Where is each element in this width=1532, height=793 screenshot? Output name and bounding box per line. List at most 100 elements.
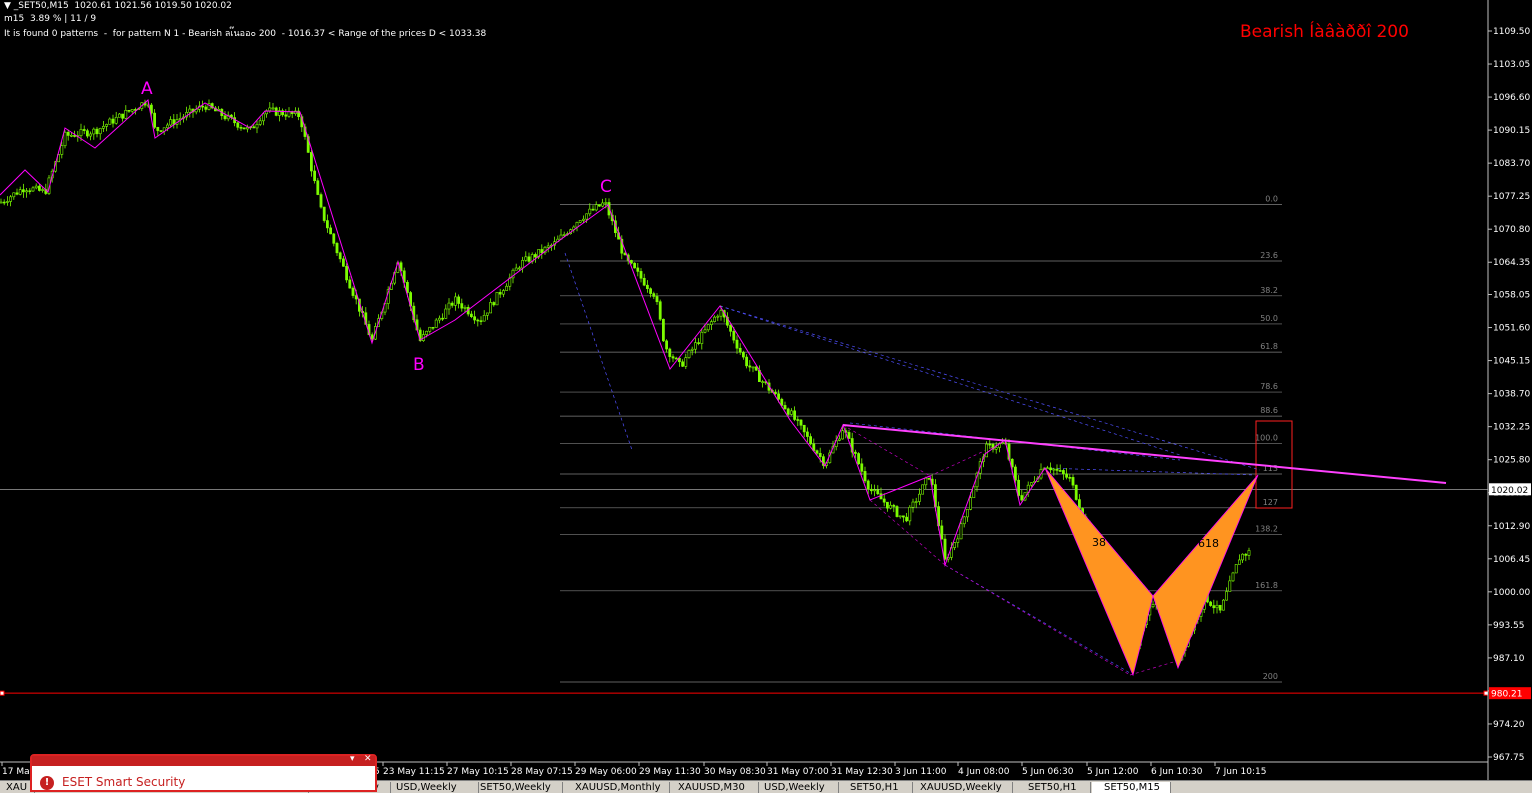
- candle-body-220: [703, 329, 707, 333]
- candle-body-3: [9, 196, 13, 202]
- tab-set50-h1[interactable]: SET50,H1: [838, 782, 913, 793]
- pattern-title: Bearish Íàâàððî 200: [1240, 20, 1409, 42]
- price-chart[interactable]: 0.023.638.250.061.878.688.6100.011312713…: [0, 0, 1532, 792]
- candle-body-378: [1209, 601, 1213, 606]
- candle-body-243: [777, 393, 781, 400]
- candle-body-381: [1218, 604, 1222, 611]
- eset-notification[interactable]: ▾ ✕ ! ESET Smart Security: [30, 754, 377, 792]
- fib-label-4: 61.8: [1260, 342, 1278, 351]
- candle-body-379: [1212, 605, 1216, 609]
- candle-body-234: [748, 365, 752, 368]
- candle-body-328: [1049, 467, 1053, 471]
- candle-body-35: [111, 118, 115, 124]
- candle-body-139: [444, 308, 448, 319]
- candle-body-319: [1020, 495, 1024, 501]
- price-tick-label-16: 1006.45: [1493, 555, 1530, 565]
- pattern-info: It is found 0 patterns - for pattern N 1…: [4, 29, 487, 39]
- candle-body-282: [901, 515, 905, 518]
- guide-dash-0: [564, 252, 633, 451]
- candle-body-82: [261, 113, 265, 122]
- candle-body-223: [713, 316, 717, 322]
- candle-body-198: [633, 262, 637, 269]
- candle-body-331: [1058, 470, 1062, 472]
- price-tick-label-21: 974.20: [1493, 720, 1525, 730]
- fib-label-9: 127: [1263, 498, 1278, 507]
- candle-body-222: [709, 321, 713, 325]
- candle-body-333: [1065, 473, 1069, 478]
- candle-body-276: [882, 498, 886, 503]
- candle-body-13: [41, 189, 45, 191]
- point-label-b: B: [413, 355, 425, 375]
- close-icon[interactable]: ✕: [364, 754, 372, 764]
- candle-body-53: [169, 119, 173, 126]
- price-axis: 1109.50 1103.05 1096.60 1090.15 1083.70 1077.…: [1487, 0, 1531, 780]
- time-tick-label-13: 31 May 12:30: [831, 767, 893, 777]
- fib-label-11: 161.8: [1255, 581, 1278, 590]
- price-tick-label-6: 1070.80: [1493, 225, 1530, 235]
- candle-body-235: [751, 366, 755, 369]
- candle-body-31: [98, 128, 102, 135]
- candle-body-267: [853, 451, 857, 454]
- candle-body-224: [716, 315, 720, 318]
- tab-xauusd-m30[interactable]: XAUUSD,M30: [666, 782, 759, 793]
- candle-body-157: [501, 290, 505, 295]
- candle-body-34: [108, 118, 112, 125]
- tab-set50-h1-2[interactable]: SET50,H1: [1016, 782, 1091, 793]
- candle-body-389: [1244, 553, 1248, 556]
- candle-body-102: [325, 220, 329, 229]
- candle-body-221: [706, 324, 710, 331]
- fib-label-7: 100.0: [1255, 433, 1278, 442]
- zigzag-lines: [0, 99, 1447, 567]
- candle-body-280: [895, 506, 899, 517]
- tab-usd-weekly-2[interactable]: USD,Weekly: [752, 782, 839, 793]
- tab-xauusd-weekly-2[interactable]: XAUUSD,Weekly: [908, 782, 1013, 793]
- current-price-label: 1020.02: [1491, 486, 1528, 496]
- price-tick-label-10: 1045.15: [1493, 357, 1530, 367]
- candle-body-165: [527, 256, 531, 262]
- harmonic-ratio-618: 618: [1198, 537, 1219, 550]
- candle-body-383: [1225, 591, 1229, 601]
- candle-body-200: [639, 271, 643, 279]
- tab-set50-m15[interactable]: SET50,M15: [1092, 782, 1171, 793]
- candle-body-105: [335, 243, 339, 254]
- candle-body-106: [338, 252, 342, 260]
- candle-body-39: [124, 110, 128, 119]
- fib-label-0: 0.0: [1265, 195, 1278, 204]
- candle-body-230: [735, 339, 739, 349]
- time-tick-label-16: 5 Jun 06:30: [1022, 767, 1074, 777]
- price-tick-label-2: 1096.60: [1493, 93, 1530, 103]
- candle-body-218: [697, 342, 701, 344]
- candle-body-208: [665, 340, 669, 350]
- tab-usd-weekly[interactable]: USD,Weekly: [384, 782, 479, 793]
- candle-body-77: [246, 127, 249, 130]
- candle-body-188: [601, 202, 605, 207]
- candle-body-236: [754, 366, 758, 371]
- candle-body-202: [645, 284, 649, 289]
- point-label-a: A: [141, 79, 153, 99]
- candle-body-164: [524, 256, 528, 261]
- tab-xauusd-monthly[interactable]: XAUUSD,Monthly: [563, 782, 670, 793]
- time-tick-label-18: 6 Jun 10:30: [1151, 767, 1203, 777]
- candle-body-32: [102, 126, 105, 129]
- candle-body-101: [322, 206, 326, 221]
- candle-body-181: [578, 220, 582, 223]
- candle-body-274: [876, 489, 880, 495]
- candle-body-37: [118, 113, 121, 118]
- candle-body-322: [1030, 482, 1033, 486]
- tab-set50-weekly[interactable]: SET50,Weekly: [468, 782, 563, 793]
- candle-body-287: [917, 493, 921, 502]
- candle-body-309: [988, 443, 992, 446]
- candle-body-215: [687, 350, 691, 358]
- price-tick-label-1: 1103.05: [1493, 60, 1530, 70]
- candle-body-48: [153, 112, 157, 128]
- price-tick-label-5: 1077.25: [1493, 192, 1530, 202]
- candle-body-265: [847, 432, 851, 439]
- candle-body-216: [690, 348, 694, 351]
- candle-body-248: [793, 410, 797, 420]
- candle-body-299: [956, 538, 960, 543]
- candle-body-337: [1078, 499, 1081, 509]
- dropdown-icon[interactable]: ▾: [350, 754, 355, 764]
- candle-body-76: [242, 127, 246, 130]
- candle-body-263: [841, 430, 845, 440]
- candle-body-187: [597, 204, 601, 207]
